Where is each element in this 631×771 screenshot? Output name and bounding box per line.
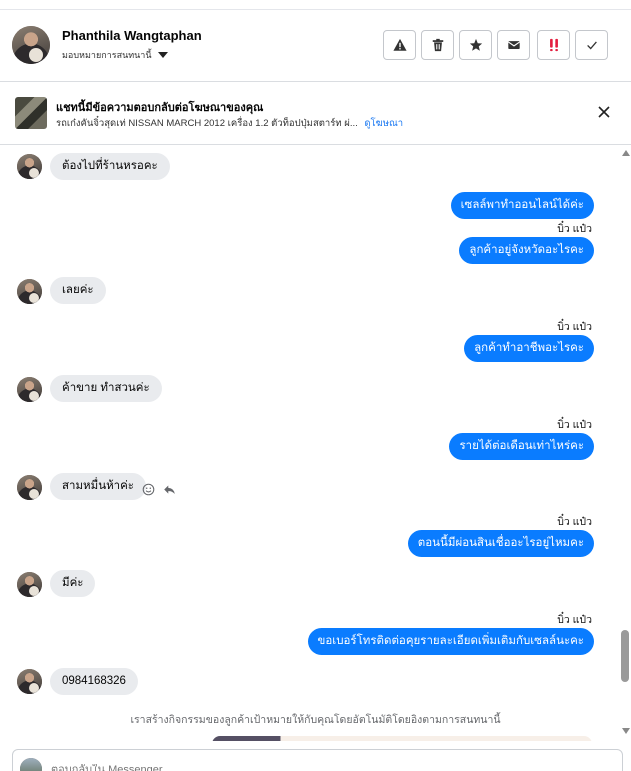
contact-avatar[interactable] xyxy=(12,26,50,64)
message-composer[interactable] xyxy=(12,749,623,771)
trash-icon xyxy=(432,38,443,52)
sender-name: บิ๋ว แป๋ว xyxy=(557,516,592,528)
outgoing-message[interactable]: ตอนนี้มีผ่อนสินเชื่ออะไรอยู่ไหมคะ xyxy=(407,530,594,557)
done-button[interactable] xyxy=(575,30,608,60)
conversation-header: Phanthila Wangtaphan มอบหมายการสนทนานี้ xyxy=(0,10,631,82)
scroll-thumb[interactable] xyxy=(621,630,629,682)
incoming-message[interactable]: 0984168326 xyxy=(50,668,138,695)
caret-down-icon xyxy=(157,52,168,58)
ad-banner-title: แชทนี้มีข้อความตอบกลับต่อโฆษณาของคุณ xyxy=(56,102,264,114)
sender-name: บิ๋ว แป๋ว xyxy=(557,321,592,333)
sender-name: บิ๋ว แป๋ว xyxy=(557,614,592,626)
close-icon[interactable] xyxy=(596,104,612,120)
check-icon xyxy=(586,41,597,50)
ad-description: รถเก๋งคันจิ๋วสุดเท่ NISSAN MARCH 2012 เค… xyxy=(56,118,358,129)
scrollbar[interactable] xyxy=(619,146,631,741)
contact-name[interactable]: Phanthila Wangtaphan xyxy=(62,28,202,43)
star-button[interactable] xyxy=(459,30,492,60)
contact-avatar xyxy=(17,475,42,500)
contact-avatar xyxy=(17,669,42,694)
envelope-icon xyxy=(507,41,520,49)
contact-avatar xyxy=(17,154,42,179)
incoming-message[interactable]: มีค่ะ xyxy=(50,570,96,597)
assign-conversation-dropdown[interactable]: มอบหมายการสนทนานี้ xyxy=(62,48,168,62)
ad-thumbnail[interactable] xyxy=(15,97,47,129)
sender-name: บิ๋ว แป๋ว xyxy=(557,223,592,235)
assign-label: มอบหมายการสนทนานี้ xyxy=(62,50,152,60)
outgoing-message[interactable]: ลูกค้าทำอาชีพอะไรคะ xyxy=(464,335,594,362)
message-thread[interactable]: ต้องไปที่ร้านหรอคะ เซลล์พาทำออนไลน์ได้ค่… xyxy=(0,146,631,741)
top-strip xyxy=(0,0,631,10)
report-button[interactable] xyxy=(383,30,416,60)
scroll-down-arrow-icon[interactable] xyxy=(622,728,630,734)
contact-avatar xyxy=(17,377,42,402)
incoming-message[interactable]: สามหมื่นห้าค่ะ xyxy=(50,473,146,500)
contact-avatar xyxy=(17,572,42,597)
incoming-message[interactable]: เลยค่ะ xyxy=(50,277,106,304)
outgoing-message[interactable]: รายได้ต่อเดือนเท่าไหร่คะ xyxy=(449,433,594,460)
ad-banner-subtitle: รถเก๋งคันจิ๋วสุดเท่ NISSAN MARCH 2012 เค… xyxy=(56,116,403,131)
reply-input[interactable] xyxy=(51,764,351,771)
system-note: เราสร้างกิจกรรมของลูกค้าเป้าหมายให้กับคุ… xyxy=(130,714,501,726)
delete-button[interactable] xyxy=(421,30,454,60)
exclamation-icon xyxy=(549,38,558,52)
view-ad-link[interactable]: ดูโฆษณา xyxy=(364,118,403,129)
page-avatar xyxy=(20,758,42,771)
incoming-message[interactable]: ต้องไปที่ร้านหรอคะ xyxy=(50,153,170,180)
mark-unread-button[interactable] xyxy=(497,30,530,60)
lead-card[interactable] xyxy=(212,736,592,741)
smiley-react-icon[interactable] xyxy=(142,483,155,496)
scroll-up-arrow-icon[interactable] xyxy=(622,150,630,156)
outgoing-message[interactable]: ขอเบอร์โทรติดต่อคุยรายละเอียดเพิ่มเติมกั… xyxy=(307,628,594,655)
warning-icon xyxy=(392,38,407,51)
incoming-message[interactable]: ค้าขาย ทำสวนค่ะ xyxy=(50,375,162,402)
important-button[interactable] xyxy=(537,30,570,60)
contact-avatar xyxy=(17,279,42,304)
ad-reply-banner: แชทนี้มีข้อความตอบกลับต่อโฆษณาของคุณ รถเ… xyxy=(0,83,631,145)
outgoing-message[interactable]: เซลล์พาทำออนไลน์ได้ค่ะ xyxy=(450,192,594,219)
star-icon xyxy=(469,38,482,51)
sender-name: บิ๋ว แป๋ว xyxy=(557,419,592,431)
reply-icon[interactable] xyxy=(163,483,176,496)
outgoing-message[interactable]: ลูกค้าอยู่จังหวัดอะไรคะ xyxy=(459,237,594,264)
message-actions xyxy=(142,483,176,496)
